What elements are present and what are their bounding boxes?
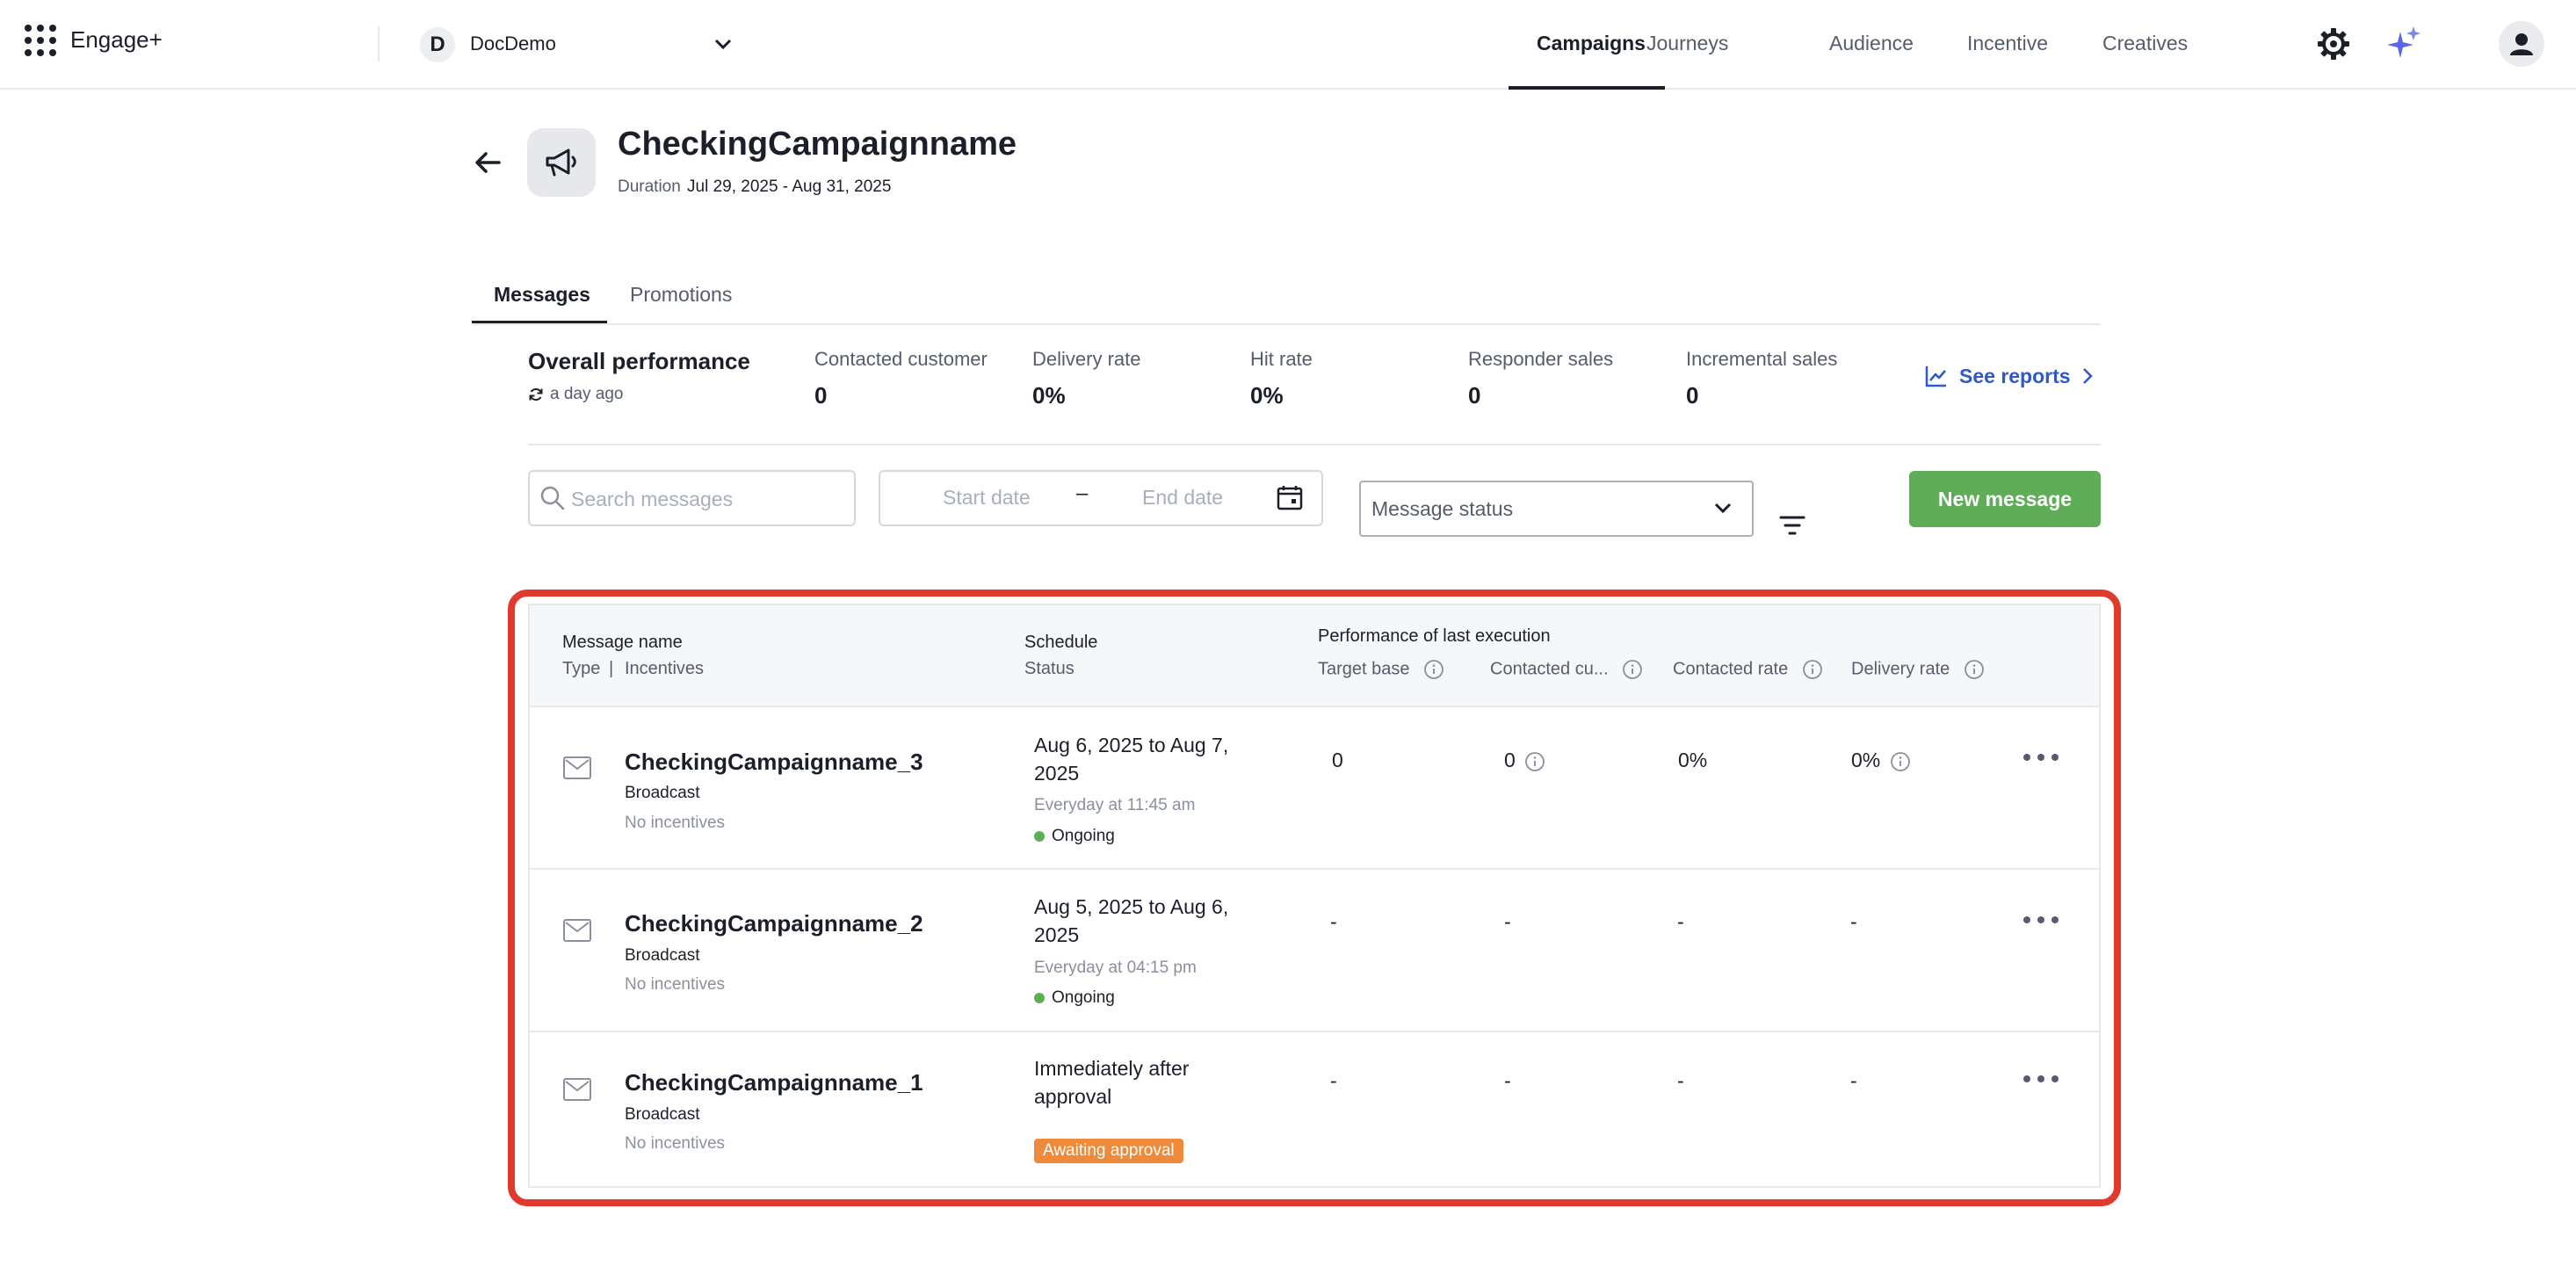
chevron-down-icon[interactable]: [712, 35, 734, 53]
nav-active-indicator: [1509, 86, 1665, 90]
refresh-icon[interactable]: [528, 387, 544, 402]
kpi-label-contacted-customer: Contacted customer: [814, 348, 988, 370]
chart-line-icon: [1925, 366, 1946, 387]
chevron-right-icon: [2082, 368, 2093, 384]
tab-active-indicator: [472, 321, 607, 323]
megaphone-icon: [546, 148, 576, 177]
performance-updated: a day ago: [550, 385, 624, 403]
performance-divider: [528, 444, 2101, 445]
highlight-frame: [508, 590, 2121, 1206]
calendar-icon[interactable]: [1276, 483, 1304, 511]
end-date-field[interactable]: End date: [1142, 486, 1223, 510]
user-avatar[interactable]: [2499, 21, 2544, 67]
back-arrow-icon[interactable]: [473, 149, 503, 176]
start-date-field[interactable]: Start date: [943, 486, 1031, 510]
filter-icon[interactable]: [1778, 513, 1806, 538]
kpi-value-incremental-sales: 0: [1686, 382, 1699, 409]
kpi-label-responder-sales: Responder sales: [1468, 348, 1614, 370]
duration-value: Jul 29, 2025 - Aug 31, 2025: [687, 177, 892, 196]
new-message-button[interactable]: New message: [1909, 471, 2101, 527]
user-icon: [2510, 33, 2533, 55]
kpi-label-hit-rate: Hit rate: [1250, 348, 1313, 370]
kpi-label-incremental-sales: Incremental sales: [1686, 348, 1838, 370]
nav-tab-campaigns[interactable]: Campaigns: [1537, 32, 1646, 55]
gear-icon[interactable]: [2316, 26, 2351, 62]
overall-performance-title: Overall performance: [528, 348, 750, 374]
message-status-placeholder: Message status: [1371, 497, 1514, 520]
see-reports-link[interactable]: See reports: [1924, 364, 2094, 388]
kpi-label-delivery-rate: Delivery rate: [1032, 348, 1141, 370]
kpi-value-delivery-rate: 0%: [1032, 382, 1066, 409]
app-launcher-icon[interactable]: [25, 25, 56, 56]
nav-tab-incentive[interactable]: Incentive: [1967, 32, 2048, 55]
date-range-separator: –: [1076, 481, 1089, 505]
see-reports-label: See reports: [1959, 364, 2071, 387]
org-avatar: D: [420, 27, 455, 62]
nav-tab-journeys[interactable]: Journeys: [1646, 32, 1728, 55]
nav-tab-audience[interactable]: Audience: [1829, 32, 1914, 55]
duration-label: Duration: [618, 177, 681, 196]
campaign-icon-tile: [527, 128, 596, 197]
search-placeholder: Search messages: [571, 488, 734, 510]
top-nav-bar: [0, 0, 2576, 90]
chevron-down-icon: [1714, 503, 1732, 514]
search-icon: [540, 486, 565, 510]
nav-divider: [378, 26, 380, 62]
kpi-value-hit-rate: 0%: [1250, 382, 1284, 409]
app-name: Engage+: [70, 26, 163, 53]
campaign-title: CheckingCampaignname: [618, 126, 1017, 163]
tabs-divider: [472, 323, 2101, 325]
tab-promotions[interactable]: Promotions: [630, 283, 732, 307]
org-name[interactable]: DocDemo: [470, 33, 556, 55]
kpi-value-responder-sales: 0: [1468, 382, 1481, 409]
ai-sparkle-icon[interactable]: [2386, 25, 2421, 63]
kpi-value-contacted-customer: 0: [814, 382, 828, 409]
nav-tab-creatives[interactable]: Creatives: [2102, 32, 2188, 55]
tab-messages[interactable]: Messages: [494, 283, 590, 307]
